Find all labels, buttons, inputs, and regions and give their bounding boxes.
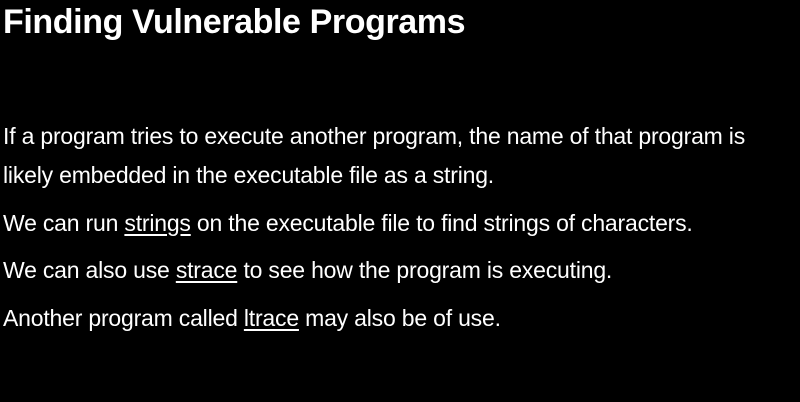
command-ltrace: ltrace [243, 305, 299, 331]
paragraph-text-before: We can also use [3, 257, 176, 283]
paragraph-text: If a program tries to execute another pr… [3, 123, 746, 188]
paragraph-text-before: We can run [3, 210, 125, 236]
command-strace: strace [175, 257, 238, 283]
paragraph-strace: We can also use strace to see how the pr… [3, 251, 795, 290]
paragraph-text-before: Another program called [3, 305, 244, 331]
slide-body: If a program tries to execute another pr… [3, 117, 795, 347]
paragraph-ltrace: Another program called ltrace may also b… [3, 299, 795, 338]
slide-title: Finding Vulnerable Programs [3, 3, 466, 41]
paragraph-text-after: to see how the program is executing. [237, 257, 613, 283]
paragraph-embedded-names: If a program tries to execute another pr… [3, 117, 795, 195]
paragraph-text-after: may also be of use. [298, 305, 501, 331]
paragraph-text-after: on the executable file to find strings o… [190, 210, 693, 236]
slide: Finding Vulnerable Programs If a program… [0, 0, 800, 402]
paragraph-strings: We can run strings on the executable fil… [3, 204, 795, 243]
command-strings: strings [124, 210, 191, 236]
